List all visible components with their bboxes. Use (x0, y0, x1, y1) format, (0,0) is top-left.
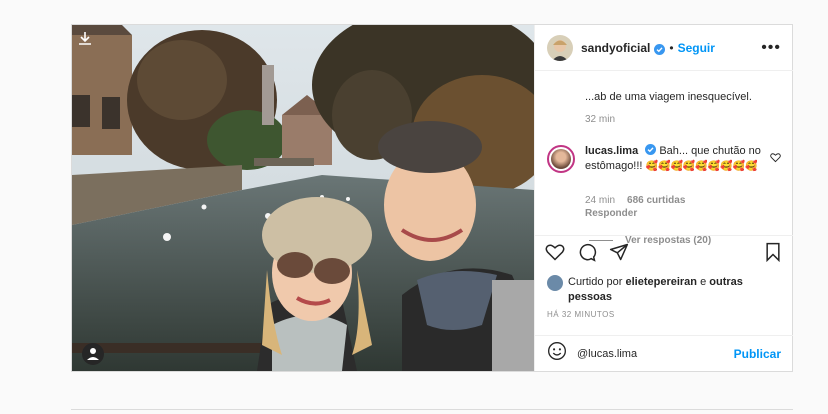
comment-likes[interactable]: 686 curtidas (627, 195, 685, 206)
separator-dot: • (669, 40, 674, 55)
comments-list[interactable]: ...ab de uma viagem inesquecível. 32 min… (535, 71, 793, 257)
comment-time: 24 min (585, 195, 616, 206)
caption-text: ...ab de uma viagem inesquecível. (585, 91, 752, 103)
more-icon[interactable]: ••• (761, 39, 781, 55)
comment-avatar[interactable] (547, 145, 575, 173)
comment-icon[interactable] (577, 242, 597, 267)
post-photo[interactable] (72, 25, 534, 371)
comment-input[interactable] (577, 347, 734, 360)
divider (71, 409, 793, 410)
liked-by: Curtido por elietepereiran e outras pess… (547, 275, 787, 305)
avatar[interactable] (547, 34, 573, 61)
follow-button[interactable]: Seguir (678, 41, 715, 55)
liked-text: Curtido por elietepereiran e outras pess… (568, 275, 787, 305)
comment-meta: 24 min 686 curtidas (585, 195, 685, 206)
heart-icon[interactable] (545, 242, 565, 267)
liked-and: e (700, 276, 707, 288)
bookmark-icon[interactable] (763, 242, 783, 267)
download-icon[interactable] (78, 31, 92, 45)
comment-like-icon[interactable] (770, 150, 781, 163)
comment-body: lucas.lima Bah... que chutão no estômago… (585, 144, 765, 174)
reply-button[interactable]: Responder (585, 208, 637, 219)
liked-user[interactable]: elietepereiran (625, 276, 697, 288)
caption-time: 32 min (585, 114, 616, 125)
post-sidebar: sandyoficial • Seguir ••• ...ab de uma v… (534, 25, 793, 371)
post-header: sandyoficial • Seguir ••• (535, 25, 793, 71)
photo-scene (72, 25, 534, 371)
share-icon[interactable] (609, 242, 629, 267)
verified-icon (645, 144, 657, 155)
comment-username[interactable]: lucas.lima (585, 145, 638, 157)
verified-icon (654, 42, 666, 55)
comment-emojis: 🥰🥰🥰🥰🥰🥰🥰🥰🥰 (645, 161, 758, 172)
action-bar (535, 235, 793, 273)
user-tag-icon[interactable] (82, 343, 104, 365)
add-comment-bar: Publicar (535, 335, 793, 371)
post-timestamp: HÁ 32 MINUTOS (547, 310, 615, 319)
post-username[interactable]: sandyoficial (581, 41, 650, 55)
post-card: sandyoficial • Seguir ••• ...ab de uma v… (71, 24, 793, 372)
liked-prefix: Curtido por (568, 276, 623, 288)
emoji-icon[interactable] (547, 341, 567, 366)
publish-button[interactable]: Publicar (734, 347, 781, 361)
liked-avatar[interactable] (547, 275, 563, 291)
